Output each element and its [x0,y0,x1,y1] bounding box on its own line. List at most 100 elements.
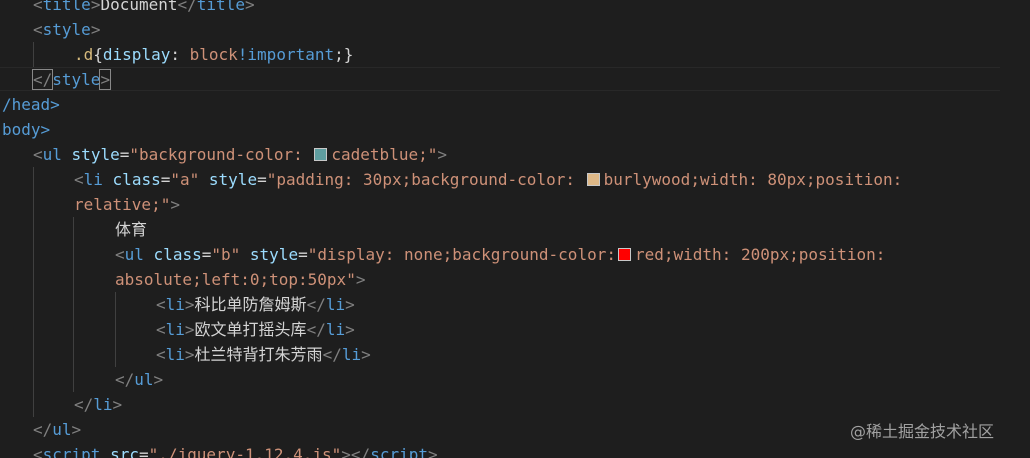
attribute-value: relative;" [74,195,171,214]
tag-name: li [341,345,362,364]
css-important: !important [237,45,335,64]
color-name: burlywood [603,170,691,189]
attribute-name: style [249,245,299,264]
code-line: </ul> [115,367,163,392]
tag-name: ul [124,245,144,264]
colon: : [170,45,190,64]
bracket: > [170,195,180,214]
text-content: Document [100,0,178,14]
bracket: > [345,320,355,339]
attribute-value: "./jquery-1.12.4.js" [148,445,342,458]
indent-guide [33,42,34,67]
code-line: absolute;left:0;top:50px"> [115,267,365,292]
code-line: relative;"> [74,192,180,217]
bracket: < [156,295,166,314]
bracket: > [153,370,164,389]
color-swatch[interactable] [586,173,600,186]
text-content: 杜兰特背打朱芳雨 [194,345,323,364]
tag-name: li [165,345,185,364]
attribute-value: "display: none;background-color: [307,245,616,264]
tag-name: style [42,20,91,39]
code-line: <li>欧文单打摇头库</li> [156,317,355,342]
attribute-name: class [112,170,161,189]
tag-name: li [165,295,185,314]
bracket: </ [177,0,197,14]
attribute-name: class [153,245,202,264]
tag-name: script [42,445,101,458]
css-value: block [189,45,238,64]
bracket: </ [306,320,326,339]
bracket: > [184,295,195,314]
bracket: > [361,345,371,364]
bracket: > [184,345,195,364]
current-line-highlight [0,67,1000,91]
bracket: < [33,20,43,39]
equals: = [160,170,171,189]
code-line: <li>杜兰特背打朱芳雨</li> [156,342,371,367]
tag-name: li [325,295,346,314]
css-property: display [102,45,171,64]
bracket: > [355,270,366,289]
attribute-name: src [110,445,139,458]
tag-name: title [42,0,91,14]
brace: } [343,45,354,64]
bracket: > [71,420,82,439]
bracket: < [156,320,166,339]
tag-name: ul [42,145,62,164]
bracket: < [74,170,84,189]
indent-guide [33,167,34,417]
bracket: > [90,0,101,14]
code-line: <li>科比单防詹姆斯</li> [156,292,355,317]
text-content: 欧文单打摇头库 [194,320,307,339]
bracket: > [112,395,123,414]
color-swatch[interactable] [617,248,631,261]
equals: = [298,245,308,264]
tag-name: ul [134,370,154,389]
bracket: < [115,245,125,264]
tag-fragment: body> [2,120,51,139]
code-line: <title>Document</title> [33,0,255,17]
bracket: < [33,145,43,164]
tag-name: li [325,320,346,339]
attribute-value: ;width: 200px;position: [663,245,886,264]
attribute-value: absolute;left:0;top:50px" [115,270,356,289]
tag-name: ul [52,420,72,439]
color-swatch[interactable] [314,148,328,161]
code-editor[interactable]: <title>Document</title> <style> .d{displ… [0,0,1030,458]
attribute-value: ;width: 80px;position: [690,170,903,189]
bracket: > [90,20,101,39]
bracket: </ [74,395,94,414]
bracket: </ [33,420,53,439]
code-line: body> [2,117,50,142]
bracket: < [33,0,43,14]
bracket: > [244,0,255,14]
equals: = [119,145,130,164]
bracket: < [33,445,43,458]
bracket: </ [115,370,135,389]
equals: = [257,170,267,189]
code-line: </style> [31,67,112,92]
code-line: <style> [33,17,100,42]
bracket: > [345,295,355,314]
indent-guide [73,217,74,392]
bracket: > [99,69,112,90]
code-line: <ul class="b" style="display: none;backg… [115,242,885,267]
tag-name: title [196,0,245,14]
attribute-name: style [71,145,120,164]
color-name: red [634,245,664,264]
watermark: @稀土掘金技术社区 [850,422,995,441]
tag-name: li [165,320,185,339]
bracket: > [184,320,195,339]
bracket: > [437,145,447,164]
code-line: .d{display: block!important;} [74,42,353,67]
bracket: </ [322,345,342,364]
tag-fragment: /head> [2,95,60,114]
attribute-value: "background-color: [129,145,313,164]
tag-name: li [93,395,113,414]
equals: = [201,245,212,264]
code-line: <script src="./jquery-1.12.4.js"></scrip… [33,442,438,458]
tag-name: style [52,70,101,89]
attribute-name: style [208,170,258,189]
attribute-value: "b" [211,245,241,264]
bracket: </ [306,295,326,314]
